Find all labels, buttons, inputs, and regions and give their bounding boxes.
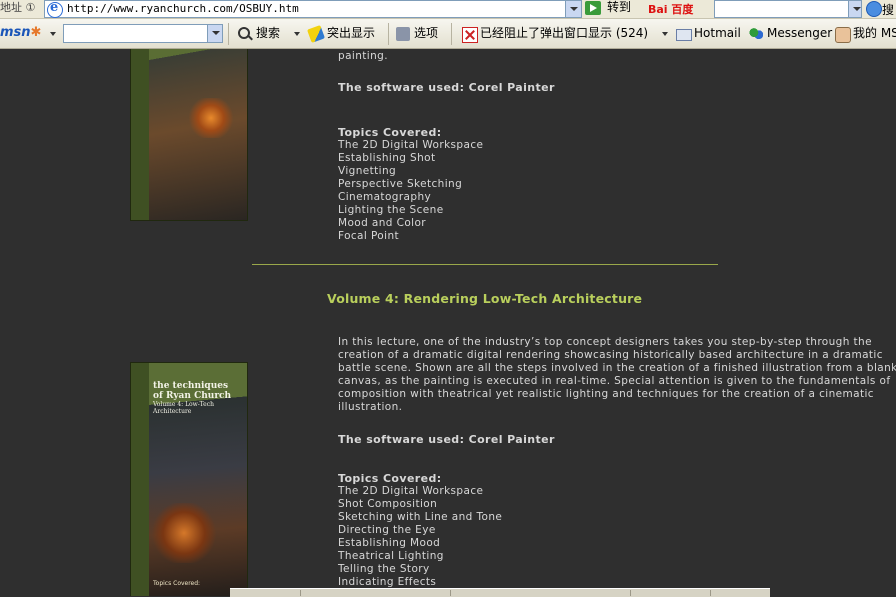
baidu-logo[interactable]: Bai 百度	[648, 1, 708, 16]
volume3-topics-heading: Topics Covered:	[338, 126, 442, 139]
volume4-topics-heading: Topics Covered:	[338, 472, 442, 485]
toolbar-separator	[228, 23, 229, 45]
topic-item: Establishing Shot	[338, 152, 436, 164]
search-label: 搜索	[256, 26, 281, 40]
status-bar-cell	[450, 590, 451, 596]
topic-item: Mood and Color	[338, 217, 427, 229]
baidu-dropdown-icon[interactable]	[848, 1, 861, 17]
volume4-software: The software used: Corel Painter	[338, 433, 555, 446]
hotmail-button[interactable]: Hotmail	[676, 26, 742, 42]
dvd-cover-topics: Topics Covered:	[153, 579, 201, 587]
status-bar-cell	[300, 590, 301, 596]
address-input[interactable]: http://www.ryanchurch.com/OSBUY.htm	[44, 0, 582, 18]
go-label: 转到	[607, 0, 632, 14]
page-content: painting. The software used: Corel Paint…	[0, 49, 896, 596]
messenger-buddy-icon	[749, 27, 763, 41]
popup-blocker-button[interactable]: 已经阻止了弹出窗口显示 (524)	[462, 26, 662, 43]
my-msn-button[interactable]: 我的 MS	[835, 26, 896, 43]
popup-blocked-icon	[462, 27, 478, 43]
status-bar-cell	[630, 590, 631, 596]
topic-item: Telling the Story	[338, 563, 430, 575]
toolbar-separator	[451, 23, 452, 45]
toolbar-separator	[388, 23, 389, 45]
baidu-search-input[interactable]	[714, 0, 862, 18]
butterfly-icon: ✱	[30, 25, 42, 40]
topic-item: Sketching with Line and Tone	[338, 511, 503, 523]
popup-blocker-dropdown-icon[interactable]	[662, 32, 668, 36]
options-button[interactable]: 选项	[396, 26, 442, 42]
dvd-spine	[131, 49, 150, 220]
ie-page-icon	[47, 0, 63, 18]
topic-item: Lighting the Scene	[338, 204, 444, 216]
volume4-dvd-cover[interactable]: the techniques of Ryan Church Volume 4: L…	[130, 362, 248, 596]
search-button[interactable]: 搜索	[238, 26, 294, 42]
status-bar-cell	[710, 590, 711, 596]
address-dropdown-icon[interactable]	[565, 1, 581, 17]
hotmail-label: Hotmail	[694, 26, 741, 40]
topic-item: Establishing Mood	[338, 537, 441, 549]
msn-toolbar: msn✱ 搜索 突出显示 选项 已经阻止了弹出窗口显示 (524) Hotmai…	[0, 19, 896, 49]
toolbar-search-dropdown-icon[interactable]	[207, 25, 222, 42]
topic-item: The 2D Digital Workspace	[338, 485, 484, 497]
highlight-button[interactable]: 突出显示	[307, 25, 381, 43]
address-bar: 地址 ① http://www.ryanchurch.com/OSBUY.htm…	[0, 0, 896, 19]
topic-item: Perspective Sketching	[338, 178, 463, 190]
options-label: 选项	[414, 26, 439, 40]
search-engine-icon[interactable]	[866, 1, 882, 17]
popup-blocker-label: 已经阻止了弹出窗口显示 (524)	[480, 26, 649, 40]
topic-item: Vignetting	[338, 165, 397, 177]
highlight-label: 突出显示	[327, 26, 376, 40]
dvd-title: the techniques of Ryan Church	[153, 381, 232, 401]
search-dropdown-icon[interactable]	[294, 32, 300, 36]
search-icon	[238, 27, 250, 39]
highlighter-icon	[307, 25, 325, 43]
volume3-software: The software used: Corel Painter	[338, 81, 555, 94]
section-divider	[252, 264, 718, 265]
msn-logo-text: msn	[0, 25, 31, 40]
dvd-title-text: the techniques of Ryan Church Volume 4: L…	[153, 381, 241, 415]
go-arrow-icon	[585, 1, 601, 15]
messenger-label: Messenger	[767, 26, 833, 40]
volume3-dvd-cover[interactable]	[130, 49, 248, 221]
go-button[interactable]: 转到	[584, 0, 638, 17]
volume4-title: Volume 4: Rendering Low-Tech Architectur…	[327, 291, 643, 306]
topic-item: Shot Composition	[338, 498, 438, 510]
msn-logo[interactable]: msn✱	[0, 25, 41, 40]
dvd-subtitle: Volume 4: Low-Tech Architecture	[153, 401, 214, 415]
dvd-spine	[131, 363, 150, 596]
my-msn-icon	[835, 27, 851, 43]
messenger-button[interactable]: Messenger	[749, 26, 833, 42]
topic-item: Focal Point	[338, 230, 400, 242]
volume3-paragraph-tail: painting.	[338, 50, 388, 62]
search-engine-label[interactable]: 搜	[882, 1, 894, 18]
msn-menu-dropdown-icon[interactable]	[50, 32, 56, 36]
topic-item: Cinematography	[338, 191, 432, 203]
toolbar-search-input[interactable]	[63, 24, 223, 43]
volume4-description: In this lecture, one of the industry’s t…	[338, 336, 896, 413]
topic-item: Theatrical Lighting	[338, 550, 444, 562]
address-label: 地址 ①	[0, 1, 36, 14]
dvd-art-glow	[186, 98, 236, 138]
address-url[interactable]: http://www.ryanchurch.com/OSBUY.htm	[67, 2, 299, 15]
options-icon	[396, 27, 410, 41]
dvd-art-glow	[149, 503, 219, 563]
volume3-topics-list: The 2D Digital Workspace Establishing Sh…	[338, 139, 483, 243]
my-msn-label: 我的 MS	[853, 26, 896, 40]
mail-icon	[676, 29, 692, 41]
topic-item: The 2D Digital Workspace	[338, 139, 484, 151]
volume4-topics-list: The 2D Digital Workspace Shot Compositio…	[338, 485, 502, 589]
topic-item: Directing the Eye	[338, 524, 436, 536]
